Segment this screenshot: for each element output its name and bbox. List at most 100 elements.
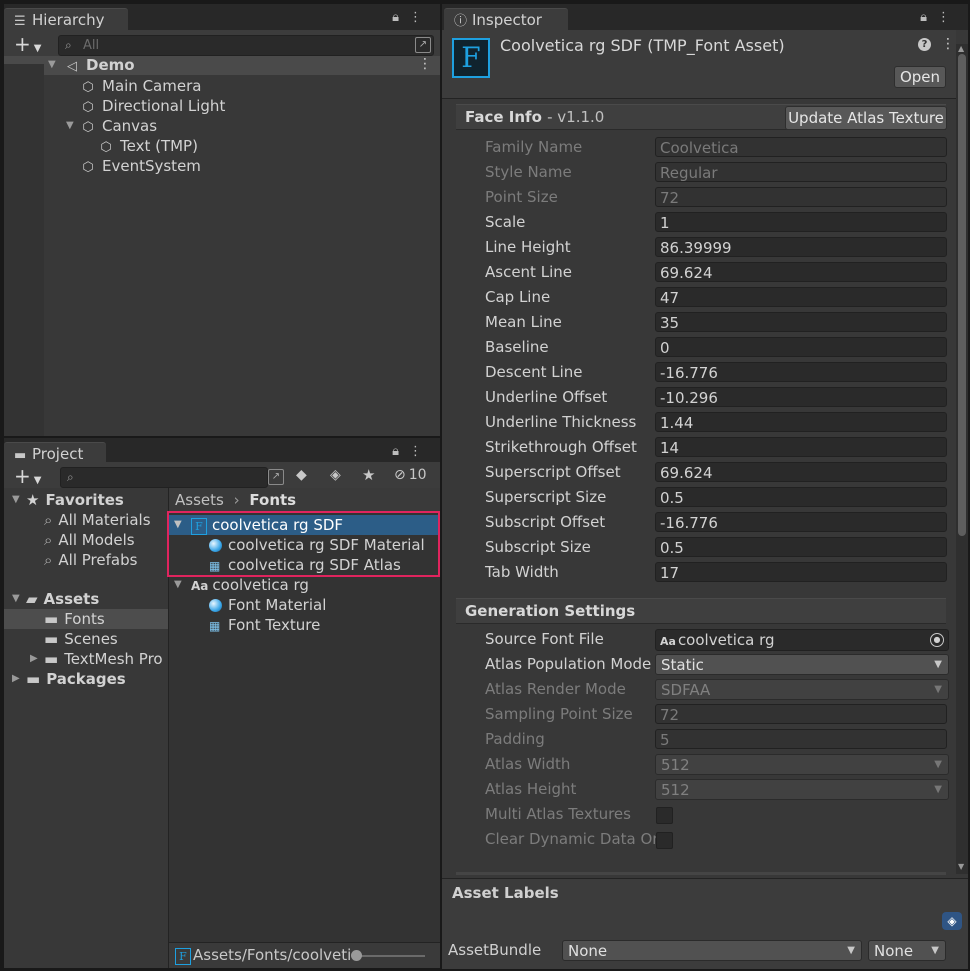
descent-line-field[interactable]: -16.776 xyxy=(655,362,947,382)
assets-root[interactable]: ▰ Assets xyxy=(26,589,99,609)
favorite-all-prefabs[interactable]: ⌕ All Prefabs xyxy=(44,550,137,570)
asset-path: Assets/Fonts/coolveti xyxy=(193,946,352,964)
material-sphere-icon xyxy=(209,599,222,612)
multi-atlas-checkbox xyxy=(656,807,673,824)
folder-scenes[interactable]: ▬ Scenes xyxy=(44,629,118,649)
prop-label: Underline Offset xyxy=(485,388,608,406)
favorite-all-models[interactable]: ⌕ All Models xyxy=(44,530,135,550)
prop-label: Subscript Size xyxy=(485,538,591,556)
hidden-packages-toggle[interactable]: ⊘ 10 xyxy=(394,467,427,483)
atlas-population-dropdown[interactable]: Static ▼ xyxy=(655,654,949,675)
scene-label[interactable]: ◁ Demo xyxy=(64,55,135,75)
object-picker-icon[interactable]: ● xyxy=(930,633,944,647)
project-panel: ▬ Project 🔒︎⋮ + ▼ ⌕ ↗ ◆ ◈ ★ ⊘ 10 ▼ ★ Favorit… xyxy=(4,438,440,968)
scrollbar-thumb[interactable] xyxy=(958,54,966,536)
help-icon[interactable]: ? xyxy=(918,38,931,51)
scroll-down-icon[interactable]: ▼ xyxy=(958,862,964,871)
collapse-triangle-icon[interactable]: ▶ xyxy=(12,669,20,689)
superscript-offset-field[interactable]: 69.624 xyxy=(655,462,947,482)
favorite-star-icon[interactable]: ★ xyxy=(362,466,375,484)
underline-offset-field[interactable]: -10.296 xyxy=(655,387,947,407)
prop-label: Baseline xyxy=(485,338,549,356)
sampling-point-label: Sampling Point Size xyxy=(485,705,633,723)
superscript-size-field[interactable]: 0.5 xyxy=(655,487,947,507)
multi-atlas-label: Multi Atlas Textures xyxy=(485,805,631,823)
asset-bundle-dropdown[interactable]: None ▼ xyxy=(562,940,862,961)
panel-options[interactable]: 🔒︎⋮ xyxy=(392,10,432,25)
expand-triangle-icon[interactable]: ▼ xyxy=(174,575,182,595)
lock-icon[interactable]: 🔒︎ xyxy=(392,444,409,459)
scale-field[interactable]: 1 xyxy=(655,212,947,232)
tab-hierarchy[interactable]: ☰ Hierarchy xyxy=(4,8,128,31)
prop-label: Mean Line xyxy=(485,313,562,331)
hierarchy-gutter xyxy=(4,64,44,436)
hierarchy-item-directional-light[interactable]: ⬡ Directional Light xyxy=(80,96,225,116)
hierarchy-item-eventsystem[interactable]: ⬡ EventSystem xyxy=(80,156,201,176)
search-mode-icon[interactable]: ↗ xyxy=(415,37,431,53)
file-coolvetica-rg[interactable]: Aa coolvetica rg xyxy=(191,575,309,595)
gameobject-icon: ⬡ xyxy=(82,100,94,115)
collapse-triangle-icon[interactable]: ▶ xyxy=(30,649,38,669)
subscript-size-field[interactable]: 0.5 xyxy=(655,537,947,557)
icon-size-slider[interactable] xyxy=(351,950,425,961)
highlight-box xyxy=(167,511,440,577)
file-font-material[interactable]: Font Material xyxy=(209,595,326,615)
more-icon[interactable]: ⋮ xyxy=(409,10,432,25)
search-icon: ⌕ xyxy=(44,511,53,529)
label-tag-icon[interactable]: ◈ xyxy=(942,912,962,930)
breadcrumb-fonts[interactable]: Fonts xyxy=(249,491,296,509)
more-icon[interactable]: ⋮ xyxy=(941,36,955,52)
tab-width-field[interactable]: 17 xyxy=(655,562,947,582)
open-button[interactable]: Open xyxy=(894,66,946,88)
subscript-offset-field[interactable]: -16.776 xyxy=(655,512,947,532)
tab-inspector[interactable]: ⓘ Inspector xyxy=(444,8,568,31)
line-height-field[interactable]: 86.39999 xyxy=(655,237,947,257)
scroll-up-icon[interactable]: ▲ xyxy=(958,44,964,53)
strikethrough-offset-field[interactable]: 14 xyxy=(655,437,947,457)
prop-label: Tab Width xyxy=(485,563,559,581)
update-atlas-texture-button[interactable]: Update Atlas Texture xyxy=(785,106,947,130)
folder-textmesh-pro[interactable]: ▬ TextMesh Pro xyxy=(44,649,163,669)
expand-triangle-icon[interactable]: ▼ xyxy=(12,589,20,609)
chevron-down-icon: ▼ xyxy=(847,945,855,956)
breadcrumb-assets[interactable]: Assets xyxy=(175,491,224,509)
source-font-field[interactable]: Aa coolvetica rg ● xyxy=(655,629,949,651)
hierarchy-tabbar: ☰ Hierarchy 🔒︎⋮ xyxy=(4,4,440,31)
mean-line-field[interactable]: 35 xyxy=(655,312,947,332)
inspector-scrollbar[interactable]: ▲ ▼ xyxy=(956,44,968,874)
underline-thickness-field[interactable]: 1.44 xyxy=(655,412,947,432)
lock-icon[interactable]: 🔒︎ xyxy=(920,10,937,25)
search-icon: ⌕ xyxy=(44,551,53,569)
file-font-texture[interactable]: ▦ Font Texture xyxy=(209,615,320,635)
generation-settings-header[interactable]: Generation Settings xyxy=(456,598,946,624)
expand-triangle-icon[interactable]: ▼ xyxy=(66,116,74,136)
search-mode-icon[interactable]: ↗ xyxy=(268,469,284,485)
project-search-input[interactable]: ⌕ xyxy=(60,467,268,488)
baseline-field[interactable]: 0 xyxy=(655,337,947,357)
folder-fonts[interactable]: ▬ Fonts xyxy=(44,609,105,629)
expand-triangle-icon[interactable]: ▼ xyxy=(48,55,56,75)
font-file-icon: Aa xyxy=(660,635,676,648)
asset-bundle-variant-dropdown[interactable]: None ▼ xyxy=(868,940,946,961)
filter-by-type-icon[interactable]: ◆ xyxy=(296,467,307,483)
packages-root[interactable]: ▬ Packages xyxy=(26,669,126,689)
favorites-header[interactable]: ★ Favorites xyxy=(26,490,124,510)
more-icon[interactable]: ⋮ xyxy=(937,10,960,25)
hierarchy-item-text-tmp[interactable]: ⬡ Text (TMP) xyxy=(98,136,198,156)
favorite-all-materials[interactable]: ⌕ All Materials xyxy=(44,510,151,530)
slider-handle[interactable] xyxy=(351,950,362,961)
more-icon[interactable]: ⋮ xyxy=(409,444,432,459)
hierarchy-search-input[interactable]: ⌕ All ↗ xyxy=(58,35,434,56)
ascent-line-field[interactable]: 69.624 xyxy=(655,262,947,282)
hierarchy-item-main-camera[interactable]: ⬡ Main Camera xyxy=(80,76,201,96)
expand-triangle-icon[interactable]: ▼ xyxy=(12,490,20,510)
atlas-height-label: Atlas Height xyxy=(485,780,577,798)
hierarchy-item-canvas[interactable]: ⬡ Canvas xyxy=(80,116,157,136)
panel-options[interactable]: 🔒︎⋮ xyxy=(392,444,432,459)
scene-more-icon[interactable]: ⋮ xyxy=(418,56,432,72)
filter-by-label-icon[interactable]: ◈ xyxy=(330,467,341,483)
atlas-render-label: Atlas Render Mode xyxy=(485,680,626,698)
panel-options[interactable]: 🔒︎⋮ xyxy=(920,10,960,25)
lock-icon[interactable]: 🔒︎ xyxy=(392,10,409,25)
cap-line-field[interactable]: 47 xyxy=(655,287,947,307)
